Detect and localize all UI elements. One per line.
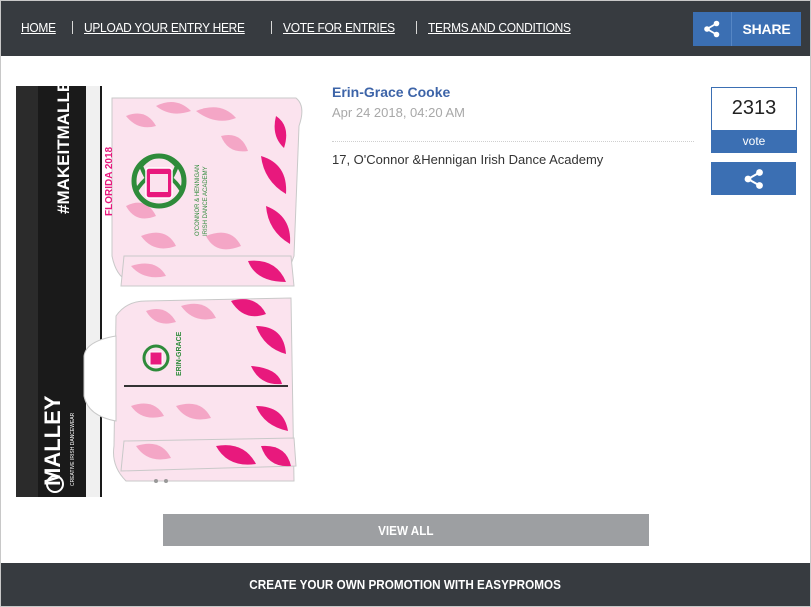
header-share-label: SHARE [742,21,791,37]
hashtag-text: #MAKEITMALLEY [54,86,73,214]
nav-upload-link[interactable]: UPLOAD YOUR ENTRY HERE [84,20,245,35]
nav-separator [416,21,418,34]
footer-promo-link[interactable]: CREATE YOUR OWN PROMOTION WITH EASYPROMO… [1,563,810,606]
vote-count: 2313 [731,97,777,119]
nav-separator [71,21,73,34]
share-icon [693,12,732,46]
jacket-back-view: FLORIDA 2018 O'CONNOR & HENNIGAN IRISH D… [104,97,303,287]
entry-date: Apr 24 2018, 04:20 AM [332,105,465,120]
jacket-front-view: ERIN-GRACE [83,297,297,483]
entry-name-link[interactable]: Erin-Grace Cooke [332,84,450,100]
brand-logo-text: MALLEY [40,395,65,486]
vote-button[interactable]: 2313 vote [711,87,797,153]
nav-home-link[interactable]: HOME [21,20,56,35]
view-all-label: VIEW ALL [378,522,434,538]
academy-line1: O'CONNOR & HENNIGAN [195,165,201,236]
entry-share-button[interactable] [711,162,796,195]
academy-line2: IRISH DANCE ACADEMY [203,166,209,236]
top-navigation: HOME UPLOAD YOUR ENTRY HERE VOTE FOR ENT… [1,1,810,56]
view-all-button[interactable]: VIEW ALL [163,514,649,546]
divider [332,141,694,142]
jacket-name-text: ERIN-GRACE [176,331,183,376]
share-icon [743,168,765,190]
nav-vote-link[interactable]: VOTE FOR ENTRIES [283,20,395,35]
entry-image[interactable]: #MAKEITMALLEY MALLEY CREATIVE IRISH DANC… [16,86,317,497]
header-share-button[interactable]: SHARE [693,12,801,46]
nav-separator [270,21,272,34]
vote-label: vote [712,130,796,152]
footer-text: CREATE YOUR OWN PROMOTION WITH EASYPROMO… [249,577,562,592]
nav-terms-link[interactable]: TERMS AND CONDITIONS [428,20,571,35]
brand-tagline: CREATIVE IRISH DANCEWEAR [70,412,76,486]
event-text: FLORIDA 2018 [104,146,115,216]
entry-description: 17, O'Connor &Hennigan Irish Dance Acade… [332,152,604,167]
nav-links: HOME UPLOAD YOUR ENTRY HERE VOTE FOR ENT… [21,20,583,35]
